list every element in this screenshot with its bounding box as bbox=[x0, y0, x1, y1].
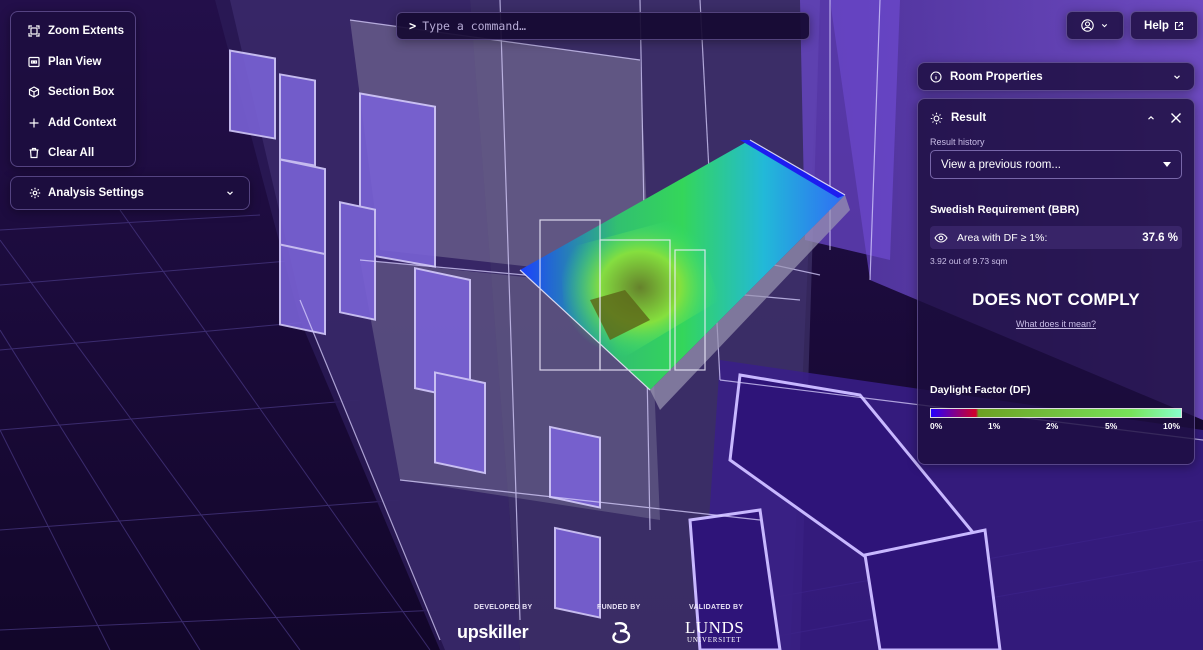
plus-icon bbox=[29, 118, 39, 128]
help-label: Help bbox=[1144, 19, 1169, 32]
analysis-settings-toggle[interactable]: Analysis Settings bbox=[10, 176, 250, 210]
room-properties-label: Room Properties bbox=[950, 70, 1043, 83]
what-does-it-mean-link[interactable]: What does it mean? bbox=[930, 319, 1182, 329]
metric-label: Area with DF ≥ 1%: bbox=[957, 231, 1048, 244]
gear-icon bbox=[29, 187, 41, 199]
chevron-down-icon bbox=[227, 191, 233, 196]
lunds-logo-subtitle: UNIVERSITET bbox=[687, 636, 742, 644]
requirement-metric-row: Area with DF ≥ 1%: 37.6 % bbox=[930, 226, 1182, 249]
command-bar: > bbox=[396, 12, 810, 40]
metric-value: 37.6 % bbox=[1142, 231, 1178, 244]
funder-logo-icon bbox=[612, 622, 631, 644]
command-prompt: > bbox=[409, 19, 417, 33]
result-header: Result bbox=[930, 99, 1182, 137]
daylight-factor-legend-bar bbox=[930, 408, 1182, 418]
validated-by-label: VALIDATED BY bbox=[689, 604, 744, 611]
zoom-extents-label: Zoom Extents bbox=[48, 25, 125, 38]
result-history-value: View a previous room... bbox=[941, 158, 1061, 171]
external-link-icon bbox=[1174, 21, 1184, 30]
trash-icon bbox=[29, 148, 39, 159]
zoom-extents-button[interactable]: Zoom Extents bbox=[11, 16, 135, 47]
requirement-title: Swedish Requirement (BBR) bbox=[930, 204, 1080, 216]
plan-view-button[interactable]: Plan View bbox=[11, 47, 135, 78]
clear-all-label: Clear All bbox=[48, 147, 95, 160]
chevron-down-icon bbox=[1174, 74, 1180, 79]
caret-down-icon bbox=[1163, 162, 1171, 167]
plan-view-icon bbox=[28, 56, 40, 67]
df-tick-label: 5% bbox=[1105, 421, 1118, 431]
plan-view-label: Plan View bbox=[48, 55, 102, 68]
clear-all-button[interactable]: Clear All bbox=[11, 138, 135, 169]
result-panel: Result Result history View a previous ro… bbox=[917, 98, 1195, 465]
user-icon bbox=[1081, 19, 1094, 32]
chevron-down-icon bbox=[1101, 24, 1108, 28]
result-title: Result bbox=[951, 112, 987, 124]
user-menu-button[interactable] bbox=[1066, 11, 1124, 40]
analysis-settings-label: Analysis Settings bbox=[48, 187, 144, 199]
add-context-label: Add Context bbox=[48, 116, 117, 129]
result-history-select[interactable]: View a previous room... bbox=[930, 150, 1182, 179]
area-note: 3.92 out of 9.73 sqm bbox=[930, 256, 1008, 266]
df-tick-label: 1% bbox=[988, 421, 1001, 431]
section-box-button[interactable]: Section Box bbox=[11, 77, 135, 108]
cube-icon bbox=[28, 86, 40, 98]
footer-credits: DEVELOPED BY upskiller FUNDED BY VALIDAT… bbox=[447, 604, 767, 650]
eye-icon[interactable] bbox=[934, 232, 948, 243]
result-history-label: Result history bbox=[930, 137, 985, 147]
zoom-extents-icon bbox=[28, 25, 40, 37]
help-button[interactable]: Help bbox=[1130, 11, 1198, 40]
developed-by-label: DEVELOPED BY bbox=[474, 604, 533, 611]
df-tick-label: 0% bbox=[930, 421, 943, 431]
close-icon[interactable] bbox=[1170, 112, 1182, 124]
section-box-label: Section Box bbox=[48, 86, 115, 99]
compliance-verdict: DOES NOT COMPLY bbox=[972, 290, 1140, 309]
left-toolbar: Zoom Extents Plan View Section Box Add C… bbox=[10, 11, 136, 167]
upskiller-logo: upskiller bbox=[457, 622, 529, 642]
daylight-factor-title: Daylight Factor (DF) bbox=[930, 384, 1031, 396]
df-tick-label: 2% bbox=[1046, 421, 1059, 431]
daylight-factor-ticks: 0% 1% 2% 5% 10% bbox=[930, 421, 1182, 437]
command-input[interactable] bbox=[422, 19, 783, 33]
info-icon bbox=[930, 70, 942, 83]
lunds-logo: LUNDS bbox=[685, 618, 745, 637]
sun-icon bbox=[930, 112, 943, 124]
room-properties-toggle[interactable]: Room Properties bbox=[917, 62, 1195, 91]
chevron-up-icon[interactable] bbox=[1146, 113, 1156, 123]
funded-by-label: FUNDED BY bbox=[597, 604, 641, 611]
df-tick-label: 10% bbox=[1163, 421, 1181, 431]
add-context-button[interactable]: Add Context bbox=[11, 108, 135, 139]
